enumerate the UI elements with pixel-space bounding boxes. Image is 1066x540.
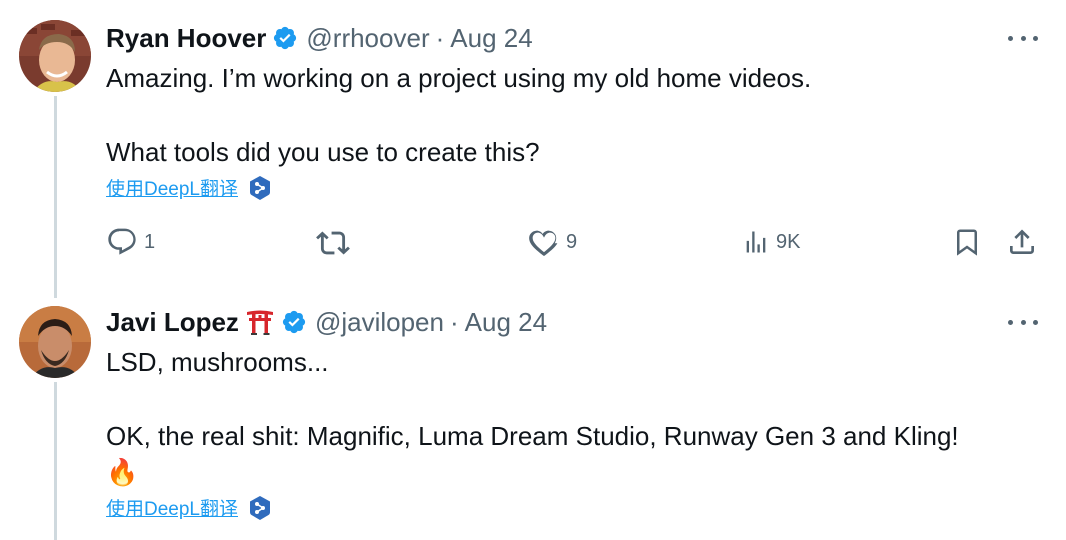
- verified-badge-icon[interactable]: [272, 25, 298, 51]
- translate-link[interactable]: 使用DeepL翻译: [106, 494, 272, 521]
- views-button[interactable]: 9K: [742, 226, 800, 258]
- reply-icon: [108, 228, 136, 255]
- like-icon: [529, 230, 558, 257]
- verified-badge-icon[interactable]: [281, 309, 307, 335]
- tweet-header: Ryan Hoover @rrhoover · Aug 24: [106, 22, 533, 54]
- reply-count: 1: [144, 230, 156, 253]
- bookmark-button[interactable]: [952, 226, 982, 258]
- tweet-text-line: LSD, mushrooms...: [106, 347, 329, 377]
- author-handle[interactable]: @rrhoover: [306, 23, 429, 54]
- share-button[interactable]: [1006, 226, 1038, 258]
- tweet[interactable]: Javi Lopez @javilopen · Aug 24 LSD, mush…: [0, 298, 1066, 540]
- tweet-text-line: OK, the real shit: Magnific, Luma Dream …: [106, 421, 959, 451]
- like-button[interactable]: 9: [528, 226, 577, 258]
- retweet-button[interactable]: [316, 226, 356, 260]
- separator: ·: [449, 306, 459, 337]
- tweet-actions: 1 9 9K: [0, 226, 1066, 266]
- author-name[interactable]: Javi Lopez: [106, 307, 239, 338]
- translate-label[interactable]: 使用DeepL翻译: [106, 494, 238, 521]
- views-count: 9K: [776, 230, 801, 253]
- deepl-icon[interactable]: [248, 175, 272, 201]
- tweet-text-line: What tools did you use to create this?: [106, 137, 540, 167]
- separator: ·: [435, 22, 445, 53]
- bookmark-icon: [957, 229, 977, 256]
- deepl-icon[interactable]: [248, 495, 272, 521]
- share-icon: [1010, 229, 1034, 254]
- views-icon: [746, 231, 766, 253]
- translate-label[interactable]: 使用DeepL翻译: [106, 174, 238, 201]
- torii-gate-icon: [245, 307, 275, 337]
- retweet-icon: [316, 231, 350, 255]
- translate-link[interactable]: 使用DeepL翻译: [106, 174, 272, 201]
- avatar[interactable]: [19, 20, 91, 92]
- tweet-text-line: Amazing. I’m working on a project using …: [106, 63, 812, 93]
- more-icon[interactable]: [1008, 28, 1038, 48]
- tweet-date[interactable]: Aug 24: [450, 23, 532, 54]
- like-count: 9: [566, 230, 578, 253]
- tweet-date[interactable]: Aug 24: [465, 307, 547, 338]
- author-handle[interactable]: @javilopen: [315, 307, 444, 338]
- tweet-header: Javi Lopez @javilopen · Aug 24: [106, 306, 547, 338]
- tweet[interactable]: Ryan Hoover @rrhoover · Aug 24 Amazing. …: [0, 0, 1066, 298]
- fire-emoji: 🔥: [106, 457, 139, 487]
- author-name[interactable]: Ryan Hoover: [106, 23, 266, 54]
- avatar[interactable]: [19, 306, 91, 378]
- reply-button[interactable]: 1: [106, 226, 155, 258]
- more-icon[interactable]: [1008, 312, 1038, 332]
